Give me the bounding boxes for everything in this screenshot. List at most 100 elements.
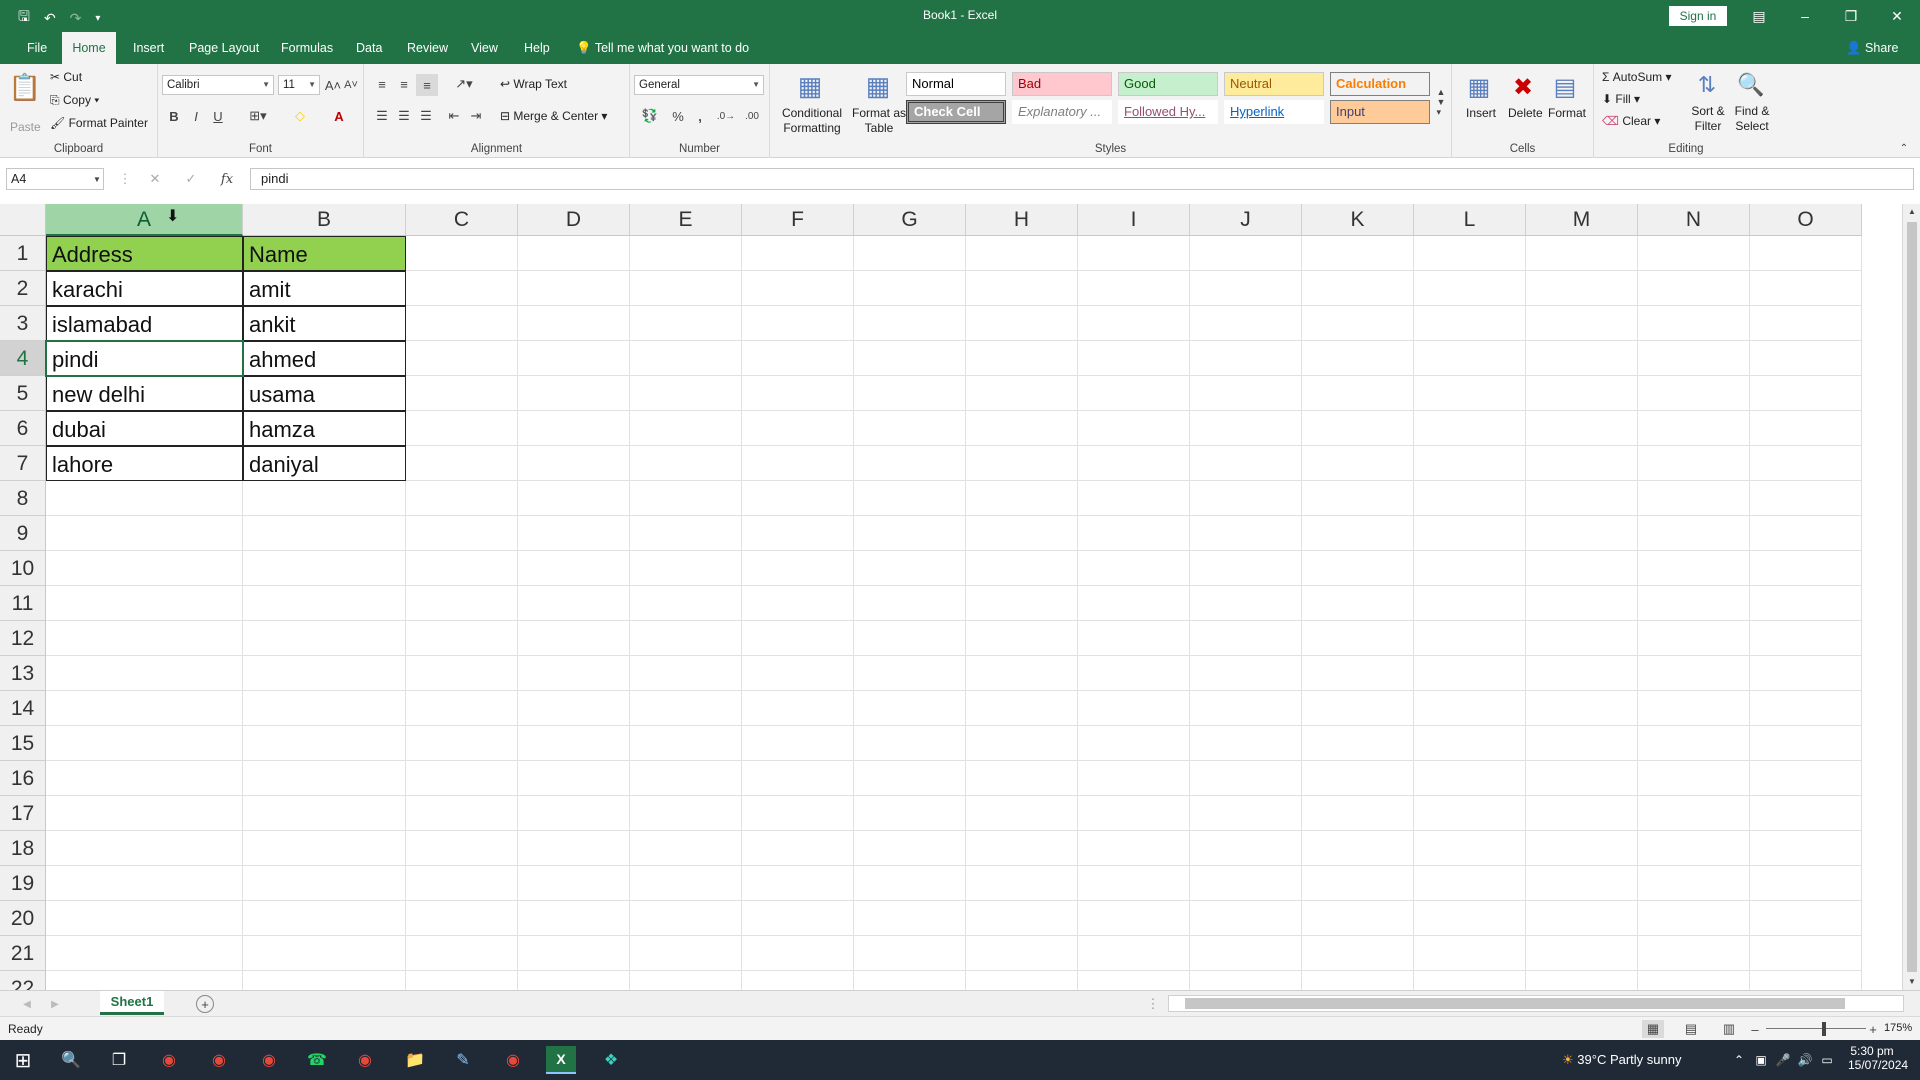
cell-o17[interactable]	[1750, 796, 1862, 831]
cell-a7[interactable]: lahore	[46, 446, 243, 481]
cell-f2[interactable]	[742, 271, 854, 306]
cell-k4[interactable]	[1302, 341, 1414, 376]
app-taskbar-icon[interactable]: ❖	[596, 1046, 626, 1074]
page-layout-view-icon[interactable]: ▤	[1680, 1020, 1702, 1038]
cell-g7[interactable]	[854, 446, 966, 481]
cell-g2[interactable]	[854, 271, 966, 306]
cell-k15[interactable]	[1302, 726, 1414, 761]
weather-widget[interactable]: ☀ 39°C Partly sunny	[1562, 1052, 1681, 1068]
row-header-20[interactable]: 20	[0, 901, 46, 936]
decrease-indent-icon[interactable]: ⇤	[444, 106, 464, 126]
cell-c10[interactable]	[406, 551, 518, 586]
cell-h14[interactable]	[966, 691, 1078, 726]
cell-o1[interactable]	[1750, 236, 1862, 271]
cell-a11[interactable]	[46, 586, 243, 621]
chrome-icon[interactable]: ◉	[154, 1046, 184, 1074]
cell-h1[interactable]	[966, 236, 1078, 271]
cell-m7[interactable]	[1526, 446, 1638, 481]
cell-o18[interactable]	[1750, 831, 1862, 866]
column-header-a[interactable]: A	[46, 204, 243, 236]
column-header-n[interactable]: N	[1638, 204, 1750, 236]
cell-g18[interactable]	[854, 831, 966, 866]
increase-indent-icon[interactable]: ⇥	[466, 106, 486, 126]
column-header-b[interactable]: B	[243, 204, 406, 236]
cell-k1[interactable]	[1302, 236, 1414, 271]
cell-h20[interactable]	[966, 901, 1078, 936]
find-select-button[interactable]: Find & Select	[1730, 104, 1774, 134]
cell-d12[interactable]	[518, 621, 630, 656]
cell-l6[interactable]	[1414, 411, 1526, 446]
cell-m2[interactable]	[1526, 271, 1638, 306]
cell-n3[interactable]	[1638, 306, 1750, 341]
tab-page-layout[interactable]: Page Layout	[179, 32, 269, 64]
cell-a9[interactable]	[46, 516, 243, 551]
cell-i9[interactable]	[1078, 516, 1190, 551]
cell-g12[interactable]	[854, 621, 966, 656]
cell-k10[interactable]	[1302, 551, 1414, 586]
cell-k5[interactable]	[1302, 376, 1414, 411]
cell-j11[interactable]	[1190, 586, 1302, 621]
cell-b16[interactable]	[243, 761, 406, 796]
italic-icon[interactable]: I	[186, 106, 206, 126]
cell-f6[interactable]	[742, 411, 854, 446]
cell-g19[interactable]	[854, 866, 966, 901]
cell-g17[interactable]	[854, 796, 966, 831]
cell-e4[interactable]	[630, 341, 742, 376]
scroll-up-icon[interactable]: ▲	[1905, 204, 1919, 218]
tell-me-box[interactable]: 💡 Tell me what you want to do	[576, 32, 749, 64]
cell-l11[interactable]	[1414, 586, 1526, 621]
style-input[interactable]: Input	[1330, 100, 1430, 124]
cell-k21[interactable]	[1302, 936, 1414, 971]
paste-icon[interactable]: 📋	[8, 70, 42, 104]
cell-i16[interactable]	[1078, 761, 1190, 796]
cell-c18[interactable]	[406, 831, 518, 866]
cell-k17[interactable]	[1302, 796, 1414, 831]
cell-f10[interactable]	[742, 551, 854, 586]
cell-h10[interactable]	[966, 551, 1078, 586]
windows-start-icon[interactable]: ⊞	[8, 1046, 38, 1074]
row-header-17[interactable]: 17	[0, 796, 46, 831]
style-hyperlink[interactable]: Hyperlink	[1224, 100, 1324, 124]
cell-k16[interactable]	[1302, 761, 1414, 796]
task-view-icon[interactable]: ❐	[104, 1046, 134, 1074]
styles-more-icon[interactable]: ▲ ▼ ▾	[1434, 72, 1448, 132]
cell-m14[interactable]	[1526, 691, 1638, 726]
cell-h5[interactable]	[966, 376, 1078, 411]
cell-h16[interactable]	[966, 761, 1078, 796]
cell-k13[interactable]	[1302, 656, 1414, 691]
new-sheet-icon[interactable]: +	[196, 995, 214, 1013]
chrome-profile-5-icon[interactable]: ◉	[498, 1046, 528, 1074]
row-header-11[interactable]: 11	[0, 586, 46, 621]
cell-c13[interactable]	[406, 656, 518, 691]
cell-e10[interactable]	[630, 551, 742, 586]
cell-o13[interactable]	[1750, 656, 1862, 691]
cell-j20[interactable]	[1190, 901, 1302, 936]
cell-f15[interactable]	[742, 726, 854, 761]
cell-f4[interactable]	[742, 341, 854, 376]
tab-help[interactable]: Help	[514, 32, 560, 64]
cell-n2[interactable]	[1638, 271, 1750, 306]
row-header-12[interactable]: 12	[0, 621, 46, 656]
normal-view-icon[interactable]: ▦	[1642, 1020, 1664, 1038]
cell-d7[interactable]	[518, 446, 630, 481]
cell-i5[interactable]	[1078, 376, 1190, 411]
cell-j10[interactable]	[1190, 551, 1302, 586]
tab-insert[interactable]: Insert	[123, 32, 174, 64]
cell-l12[interactable]	[1414, 621, 1526, 656]
chrome-profile-2-icon[interactable]: ◉	[204, 1046, 234, 1074]
cell-e8[interactable]	[630, 481, 742, 516]
cell-n15[interactable]	[1638, 726, 1750, 761]
row-header-15[interactable]: 15	[0, 726, 46, 761]
cell-l2[interactable]	[1414, 271, 1526, 306]
cell-f21[interactable]	[742, 936, 854, 971]
cell-c14[interactable]	[406, 691, 518, 726]
cell-e19[interactable]	[630, 866, 742, 901]
chrome-profile-4-icon[interactable]: ◉	[350, 1046, 380, 1074]
cell-l14[interactable]	[1414, 691, 1526, 726]
wrap-text-button[interactable]: ↩ Wrap Text	[500, 77, 567, 91]
copy-button[interactable]: ⎘ Copy ▾	[50, 93, 99, 108]
cell-i8[interactable]	[1078, 481, 1190, 516]
cell-b6[interactable]: hamza	[243, 411, 406, 446]
cell-m4[interactable]	[1526, 341, 1638, 376]
chrome-profile-3-icon[interactable]: ◉	[254, 1046, 284, 1074]
